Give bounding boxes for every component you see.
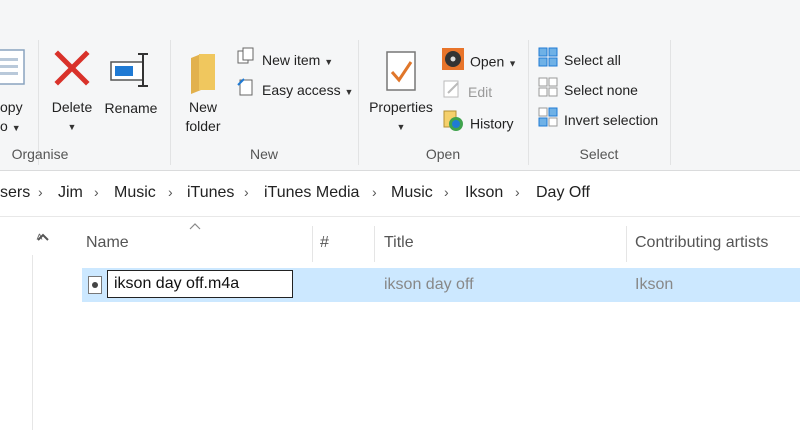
red-x-icon (54, 50, 90, 86)
select-none-button[interactable]: Select none (538, 77, 638, 103)
dropdown-arrow-icon: ▼ (508, 58, 518, 69)
chevron-right-icon[interactable]: › (38, 184, 43, 200)
select-none-icon (538, 77, 558, 105)
new-item-button[interactable]: New item ▼ (236, 47, 333, 73)
rename-icon (110, 53, 148, 87)
properties-button[interactable]: Properties ▼ (366, 50, 436, 133)
breadcrumb-item[interactable]: iTunes Media (264, 184, 359, 202)
rename-label: Rename (104, 100, 158, 116)
column-header-number[interactable]: # (320, 234, 329, 252)
artist-cell: Ikson (635, 276, 674, 293)
select-all-button[interactable]: Select all (538, 47, 621, 73)
table-row[interactable]: ikson day off Ikson (82, 268, 800, 302)
chevron-right-icon[interactable]: › (515, 184, 520, 200)
paste-label-text: o ▼ (0, 118, 21, 134)
dropdown-arrow-icon: ▼ (67, 122, 77, 132)
chevron-right-icon[interactable]: › (94, 184, 99, 200)
chevron-right-icon[interactable]: › (444, 184, 449, 200)
easy-access-label: Easy access (262, 82, 341, 98)
breadcrumb-item-current[interactable]: Day Off (536, 184, 590, 202)
chevron-right-icon[interactable]: › (168, 184, 173, 200)
history-button[interactable]: History (442, 110, 514, 136)
select-all-icon (538, 47, 558, 75)
media-disc-icon (442, 48, 464, 78)
properties-label: Properties (369, 99, 433, 115)
select-none-label: Select none (564, 82, 638, 98)
select-group-label: Select (579, 146, 619, 162)
ribbon: opy o ▼ Delete ▼ Rename Organise New fol… (0, 0, 800, 171)
easy-access-icon (236, 77, 256, 105)
rename-button[interactable]: Rename (102, 50, 160, 118)
edit-label: Edit (468, 84, 493, 100)
breadcrumb-item[interactable]: Music (114, 184, 156, 202)
dropdown-arrow-icon: ▼ (324, 57, 334, 67)
delete-label: Delete (51, 99, 93, 115)
new-folder-label-2: folder (185, 118, 221, 134)
new-folder-button[interactable]: New folder (178, 50, 228, 136)
invert-selection-icon (538, 107, 558, 135)
sort-ascending-icon (189, 223, 201, 230)
address-bar[interactable]: sers › Jim › Music › iTunes › iTunes Med… (0, 172, 800, 217)
breadcrumb-item[interactable]: Ikson (465, 184, 503, 202)
column-divider[interactable] (374, 226, 375, 262)
open-label: Open (470, 53, 505, 70)
edit-icon (442, 79, 462, 107)
copy-label-text: opy (0, 99, 23, 115)
group-separator (670, 40, 671, 165)
new-group-label: New (249, 146, 278, 162)
chevron-right-icon[interactable]: › (244, 184, 249, 200)
easy-access-button[interactable]: Easy access ▼ (236, 77, 353, 103)
new-item-label: New item (262, 52, 321, 68)
chevron-right-icon[interactable]: › (372, 184, 377, 200)
delete-button[interactable]: Delete ▼ (46, 48, 98, 133)
column-header-contributing-artists[interactable]: Contributing artists (635, 234, 768, 252)
audio-file-icon (88, 276, 102, 294)
new-folder-label-1: New (188, 99, 217, 115)
new-item-icon (236, 47, 256, 75)
clipboard-icon (0, 49, 25, 85)
folder-icon (191, 54, 215, 94)
organise-group-label: Organise (11, 146, 69, 162)
title-cell: ikson day off (384, 276, 474, 293)
column-header-title[interactable]: Title (384, 234, 414, 252)
dropdown-arrow-icon: ▼ (11, 123, 21, 133)
open-button[interactable]: Open ▼ (442, 48, 517, 74)
history-label: History (470, 115, 514, 132)
chevron-up-icon[interactable] (36, 232, 50, 242)
invert-selection-label: Invert selection (564, 112, 659, 128)
invert-selection-button[interactable]: Invert selection (538, 107, 658, 133)
breadcrumb-item[interactable]: Music (391, 184, 433, 202)
dropdown-arrow-icon: ▼ (396, 122, 406, 132)
column-divider[interactable] (626, 226, 627, 262)
breadcrumb-item[interactable]: iTunes (187, 184, 234, 202)
navigation-pane-scroll-track[interactable] (32, 255, 33, 430)
open-group-label: Open (425, 146, 461, 162)
select-all-label: Select all (564, 52, 621, 68)
dropdown-arrow-icon: ▼ (344, 87, 354, 97)
column-header-name[interactable]: Name (86, 234, 129, 252)
column-divider[interactable] (312, 226, 313, 262)
breadcrumb-item[interactable]: sers (0, 184, 30, 202)
properties-checklist-icon (386, 51, 416, 91)
copy-path-button[interactable] (0, 46, 30, 91)
rename-input[interactable] (107, 270, 293, 298)
edit-button[interactable]: Edit (442, 79, 492, 105)
copy-label[interactable]: opy o ▼ (0, 98, 23, 138)
breadcrumb-item[interactable]: Jim (58, 184, 83, 202)
history-icon (442, 110, 464, 140)
